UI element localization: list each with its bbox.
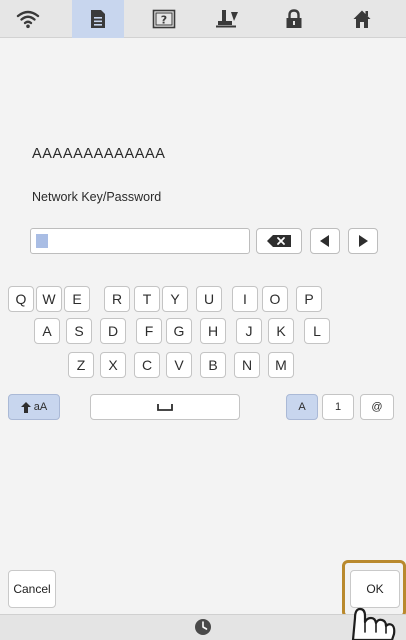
key-label: X bbox=[108, 357, 118, 373]
key-n[interactable]: N bbox=[234, 352, 260, 378]
key-w[interactable]: W bbox=[36, 286, 62, 312]
key-label: M bbox=[275, 357, 287, 373]
key-label: K bbox=[276, 323, 286, 339]
key-label: G bbox=[173, 323, 185, 339]
cursor-left-button[interactable] bbox=[310, 228, 340, 254]
key-y[interactable]: Y bbox=[162, 286, 188, 312]
presser-foot-icon bbox=[216, 10, 238, 28]
key-label: D bbox=[107, 323, 119, 339]
key-label: T bbox=[142, 291, 152, 307]
key-label: P bbox=[304, 291, 314, 307]
pointing-hand-icon bbox=[351, 607, 396, 640]
key-q[interactable]: Q bbox=[8, 286, 34, 312]
key-o[interactable]: O bbox=[262, 286, 288, 312]
mode-key-label: @ bbox=[371, 401, 383, 413]
key-a[interactable]: A bbox=[34, 318, 60, 344]
text-cursor bbox=[36, 234, 48, 248]
key-i[interactable]: I bbox=[232, 286, 258, 312]
wifi-button[interactable] bbox=[2, 0, 54, 38]
mode-key-label: A bbox=[298, 401, 306, 413]
mode-key-letters[interactable]: A bbox=[286, 394, 318, 420]
key-label: Y bbox=[170, 291, 180, 307]
key-label: C bbox=[141, 357, 153, 373]
clock-icon bbox=[195, 619, 211, 635]
key-label: R bbox=[111, 291, 123, 307]
shift-case-key[interactable]: aA bbox=[8, 394, 60, 420]
password-input[interactable] bbox=[30, 228, 250, 254]
key-r[interactable]: R bbox=[104, 286, 130, 312]
key-label: B bbox=[208, 357, 218, 373]
key-g[interactable]: G bbox=[166, 318, 192, 344]
space-key[interactable] bbox=[90, 394, 240, 420]
shift-arrow-icon bbox=[20, 401, 31, 413]
key-label: E bbox=[72, 291, 82, 307]
key-label: O bbox=[269, 291, 281, 307]
ok-button-label: OK bbox=[366, 582, 384, 596]
key-l[interactable]: L bbox=[304, 318, 330, 344]
document-icon bbox=[91, 10, 105, 28]
key-z[interactable]: Z bbox=[68, 352, 94, 378]
key-label: F bbox=[144, 323, 154, 339]
cancel-button-label: Cancel bbox=[13, 582, 51, 596]
mode-key-label: 1 bbox=[334, 401, 342, 413]
wifi-icon bbox=[16, 10, 40, 29]
key-v[interactable]: V bbox=[166, 352, 192, 378]
key-k[interactable]: K bbox=[268, 318, 294, 344]
key-d[interactable]: D bbox=[100, 318, 126, 344]
key-b[interactable]: B bbox=[200, 352, 226, 378]
key-t[interactable]: T bbox=[134, 286, 160, 312]
key-f[interactable]: F bbox=[136, 318, 162, 344]
backspace-button[interactable] bbox=[256, 228, 302, 254]
key-p[interactable]: P bbox=[296, 286, 322, 312]
network-ssid: AAAAAAAAAAAAA bbox=[32, 146, 166, 162]
key-e[interactable]: E bbox=[64, 286, 90, 312]
key-label: S bbox=[74, 323, 84, 339]
arrow-left-icon bbox=[320, 235, 329, 247]
key-label: W bbox=[42, 291, 56, 307]
key-label: L bbox=[313, 323, 321, 339]
shift-case-label: aA bbox=[33, 401, 48, 413]
key-label: J bbox=[245, 323, 253, 339]
arrow-right-icon bbox=[359, 235, 368, 247]
lock-button[interactable] bbox=[268, 0, 320, 38]
key-label: A bbox=[42, 323, 52, 339]
mode-key-numbers[interactable]: 1 bbox=[322, 394, 354, 420]
svg-text:?: ? bbox=[161, 14, 167, 27]
key-label: V bbox=[174, 357, 184, 373]
mode-key-symbols[interactable]: @ bbox=[360, 394, 394, 420]
lock-icon bbox=[286, 9, 302, 28]
document-button[interactable] bbox=[72, 0, 124, 38]
help-icon: ? bbox=[152, 9, 176, 29]
key-label: Q bbox=[15, 291, 27, 307]
cancel-button[interactable]: Cancel bbox=[8, 570, 56, 608]
key-s[interactable]: S bbox=[66, 318, 92, 344]
key-label: Z bbox=[76, 357, 86, 373]
key-label: U bbox=[203, 291, 215, 307]
presser-foot-button[interactable] bbox=[202, 0, 254, 38]
home-button[interactable] bbox=[336, 0, 388, 38]
space-icon bbox=[157, 404, 173, 411]
key-c[interactable]: C bbox=[134, 352, 160, 378]
top-toolbar: ? bbox=[0, 0, 406, 38]
home-icon bbox=[353, 10, 371, 28]
key-h[interactable]: H bbox=[200, 318, 226, 344]
key-label: N bbox=[241, 357, 253, 373]
key-m[interactable]: M bbox=[268, 352, 294, 378]
key-u[interactable]: U bbox=[196, 286, 222, 312]
cursor-right-button[interactable] bbox=[348, 228, 378, 254]
key-label: H bbox=[207, 323, 219, 339]
help-button[interactable]: ? bbox=[138, 0, 190, 38]
key-j[interactable]: J bbox=[236, 318, 262, 344]
backspace-icon bbox=[267, 235, 291, 247]
password-field-label: Network Key/Password bbox=[32, 190, 162, 204]
key-label: I bbox=[243, 291, 247, 307]
key-x[interactable]: X bbox=[100, 352, 126, 378]
